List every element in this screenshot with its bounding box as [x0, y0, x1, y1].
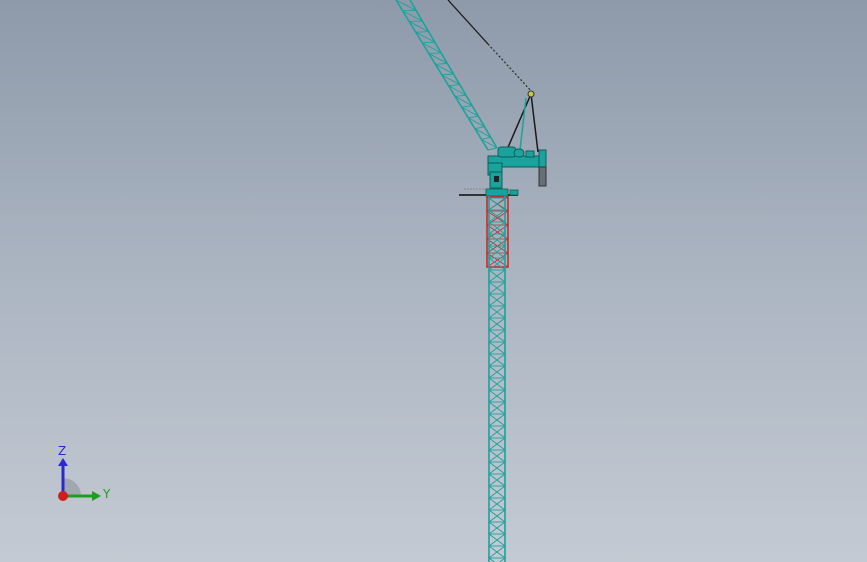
- graphics-viewport[interactable]: Z Y: [0, 0, 867, 562]
- luffing-cable: [447, 0, 533, 93]
- climbing-platform: [459, 188, 519, 197]
- slewing-platform[interactable]: [487, 146, 547, 189]
- z-axis-label: Z: [58, 444, 66, 458]
- y-axis-label: Y: [102, 487, 111, 501]
- tower-mast[interactable]: [488, 196, 506, 562]
- x-axis-icon: [58, 491, 68, 501]
- a-frame: [505, 90, 539, 153]
- crane-model[interactable]: [0, 0, 867, 562]
- luffing-boom[interactable]: [395, 0, 498, 151]
- counterweight: [538, 166, 547, 187]
- coordinate-triad: Z Y: [58, 444, 111, 501]
